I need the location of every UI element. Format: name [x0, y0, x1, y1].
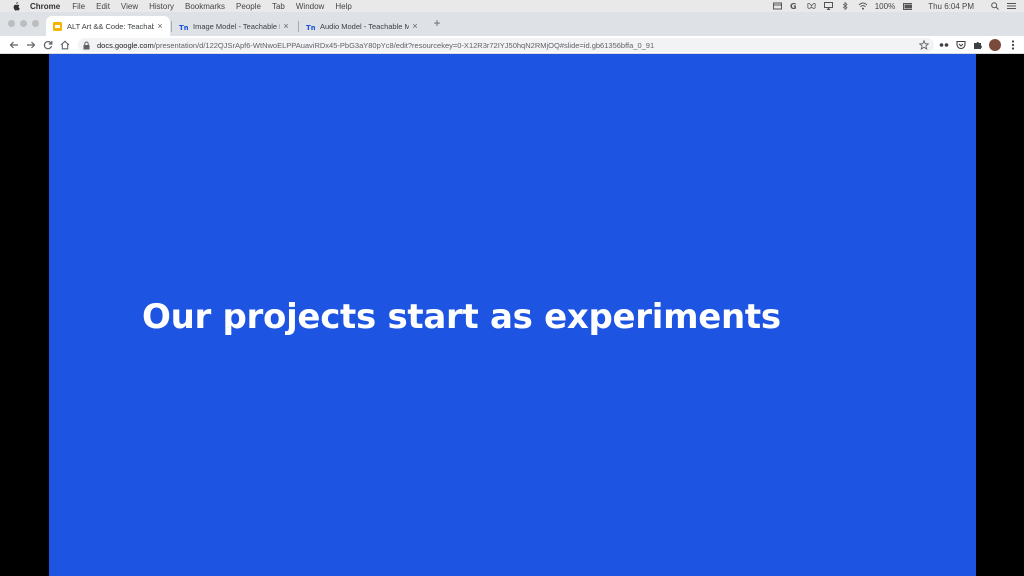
- apple-icon[interactable]: [10, 0, 22, 12]
- google-icon[interactable]: G: [790, 2, 799, 10]
- wifi-icon[interactable]: [858, 2, 867, 10]
- tab-slides[interactable]: ALT Art && Code: Teachable M ×: [46, 16, 170, 36]
- presentation-viewport: Our projects start as experiments: [0, 54, 1024, 576]
- status-box-icon[interactable]: [772, 2, 782, 10]
- airplay-icon[interactable]: [823, 2, 833, 10]
- profile-avatar[interactable]: [989, 39, 1001, 51]
- new-tab-button[interactable]: +: [430, 16, 444, 30]
- battery-icon[interactable]: [903, 2, 913, 10]
- reload-icon[interactable]: [41, 38, 55, 52]
- app-menu-chrome[interactable]: Chrome: [30, 2, 60, 11]
- url-text[interactable]: docs.google.com/presentation/d/122QJSrAp…: [97, 41, 654, 50]
- teachable-machine-icon: Tm: [179, 22, 191, 32]
- lock-icon[interactable]: [83, 41, 91, 50]
- control-center-icon[interactable]: [1007, 2, 1016, 10]
- menu-tab[interactable]: Tab: [272, 2, 285, 11]
- butterfly-icon[interactable]: [807, 2, 816, 10]
- menu-people[interactable]: People: [236, 2, 261, 11]
- tab-strip: ALT Art && Code: Teachable M × Tm Image …: [0, 12, 1024, 36]
- url-host: docs.google.com: [97, 40, 154, 50]
- close-tab-icon[interactable]: ×: [280, 21, 292, 31]
- svg-text:G: G: [790, 2, 797, 10]
- menu-history[interactable]: History: [149, 2, 174, 11]
- url-path: /presentation/d/122QJSrApf6-WtNwoELPPAua…: [153, 40, 655, 50]
- close-window-button[interactable]: [8, 20, 15, 27]
- menu-file[interactable]: File: [72, 2, 85, 11]
- zoom-window-button[interactable]: [32, 20, 39, 27]
- browser-toolbar: docs.google.com/presentation/d/122QJSrAp…: [0, 36, 1024, 54]
- close-tab-icon[interactable]: ×: [409, 21, 421, 31]
- tab-image-model[interactable]: Tm Image Model - Teachable Mach ×: [172, 16, 296, 36]
- tab-title: Audio Model - Teachable Mach: [320, 21, 409, 31]
- menu-bookmarks[interactable]: Bookmarks: [185, 2, 225, 11]
- forward-arrow-icon[interactable]: [24, 38, 38, 52]
- slide[interactable]: Our projects start as experiments: [49, 54, 976, 576]
- window-controls: [8, 20, 39, 27]
- menu-view[interactable]: View: [121, 2, 138, 11]
- tab-title: ALT Art && Code: Teachable M: [67, 21, 154, 31]
- clock[interactable]: Thu 6:04 PM: [928, 2, 974, 11]
- battery-percent: 100%: [874, 1, 896, 11]
- chrome-menu-icon[interactable]: [1007, 39, 1019, 51]
- teachable-machine-icon: Tm: [306, 22, 318, 32]
- bookmark-star-icon[interactable]: [918, 39, 930, 51]
- extension-dots-icon[interactable]: [938, 39, 950, 51]
- close-tab-icon[interactable]: ×: [154, 21, 166, 31]
- menu-help[interactable]: Help: [335, 2, 351, 11]
- menu-edit[interactable]: Edit: [96, 2, 110, 11]
- home-icon[interactable]: [58, 38, 72, 52]
- bluetooth-icon[interactable]: [841, 2, 850, 10]
- menu-window[interactable]: Window: [296, 2, 324, 11]
- svg-text:Tm: Tm: [179, 24, 188, 31]
- pocket-icon[interactable]: [955, 39, 967, 51]
- minimize-window-button[interactable]: [20, 20, 27, 27]
- tab-audio-model[interactable]: Tm Audio Model - Teachable Mach ×: [299, 16, 425, 36]
- slides-icon: [53, 21, 62, 31]
- svg-text:Tm: Tm: [306, 24, 315, 31]
- slide-title: Our projects start as experiments: [142, 297, 781, 337]
- back-arrow-icon[interactable]: [7, 38, 21, 52]
- macos-menu-bar: Chrome File Edit View History Bookmarks …: [0, 0, 1024, 12]
- search-icon[interactable]: [990, 2, 999, 10]
- extensions-puzzle-icon[interactable]: [972, 39, 984, 51]
- address-bar[interactable]: docs.google.com/presentation/d/122QJSrAp…: [78, 38, 934, 52]
- tab-title: Image Model - Teachable Mach: [193, 21, 280, 31]
